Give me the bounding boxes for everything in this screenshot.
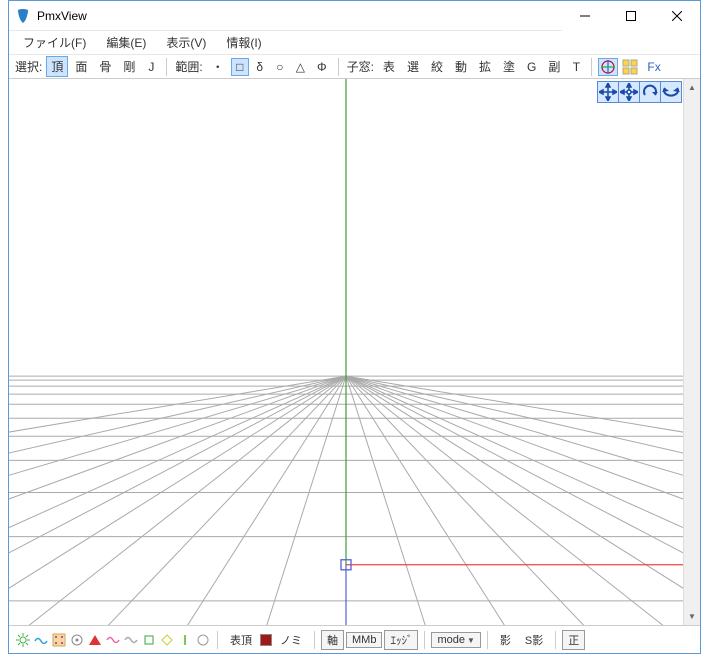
select-rigid-button[interactable]: 剛 <box>118 56 140 77</box>
menu-file[interactable]: ファイル(F) <box>13 31 96 54</box>
edge-button[interactable]: ｴｯｼﾞ <box>384 630 418 650</box>
viewport-scrollbar[interactable]: ▲ ▼ <box>683 79 700 625</box>
icon-circle-outline[interactable] <box>195 632 211 648</box>
close-button[interactable] <box>654 1 700 31</box>
range-label: 範囲: <box>173 58 204 75</box>
icon-square-green[interactable] <box>141 632 157 648</box>
sshadow-button[interactable]: S影 <box>519 630 549 650</box>
icon-wave-gray[interactable] <box>123 632 139 648</box>
scroll-down-icon[interactable]: ▼ <box>684 608 700 625</box>
icon-sun[interactable] <box>15 632 31 648</box>
minimize-button[interactable] <box>562 1 608 31</box>
scroll-up-icon[interactable]: ▲ <box>684 79 700 96</box>
range-delta-button[interactable]: δ <box>251 58 269 76</box>
separator <box>217 631 218 649</box>
cropped-left-margin <box>0 0 8 662</box>
icon-bar-green[interactable] <box>177 632 193 648</box>
icon-diamond-yellow[interactable] <box>159 632 175 648</box>
manip-pan-icon[interactable] <box>597 81 619 103</box>
range-phi-button[interactable]: Φ <box>312 58 332 76</box>
viewport-canvas[interactable] <box>9 79 683 625</box>
gizmo-circle-icon[interactable] <box>598 58 618 76</box>
icon-wave[interactable] <box>33 632 49 648</box>
select-bone-button[interactable]: 骨 <box>94 56 116 77</box>
separator <box>338 58 339 76</box>
sw-select-button[interactable]: 選 <box>402 56 424 77</box>
manip-orbit-icon[interactable] <box>660 81 682 103</box>
range-dot-button[interactable]: ・ <box>207 56 229 77</box>
maximize-button[interactable] <box>608 1 654 31</box>
select-vertex-button[interactable]: 頂 <box>46 56 68 77</box>
sw-weight-button[interactable]: 絞 <box>426 56 448 77</box>
range-triangle-button[interactable]: △ <box>291 58 310 76</box>
sw-motion-button[interactable]: 動 <box>450 56 472 77</box>
select-joint-button[interactable]: J <box>142 58 160 76</box>
gizmo-grid-icon[interactable] <box>620 58 640 76</box>
sw-t-button[interactable]: T <box>567 58 585 76</box>
sw-expand-button[interactable]: 拡 <box>474 56 496 77</box>
app-icon <box>15 8 31 24</box>
manip-rotate-icon[interactable] <box>639 81 661 103</box>
mode-dropdown[interactable]: mode▼ <box>431 632 480 648</box>
view-manipulator <box>598 81 682 103</box>
icon-square-dots[interactable] <box>51 632 67 648</box>
select-label: 選択: <box>13 58 44 75</box>
window-title: PmxView <box>37 9 562 23</box>
window-buttons <box>562 1 700 30</box>
separator <box>555 631 556 649</box>
range-circle-button[interactable]: ○ <box>271 58 289 76</box>
nomi-button[interactable]: ノミ <box>274 630 308 650</box>
viewport[interactable]: ▲ ▼ <box>9 79 700 625</box>
range-square-button[interactable]: □ <box>231 58 249 76</box>
color-swatch[interactable] <box>260 634 272 646</box>
menu-edit[interactable]: 編集(E) <box>96 31 156 54</box>
icon-triangle-red[interactable] <box>87 632 103 648</box>
hyoutei-button[interactable]: 表頂 <box>224 630 258 650</box>
selection-toolbar: 選択: 頂 面 骨 剛 J 範囲: ・ □ δ ○ △ Φ 子窓: 表 選 絞 … <box>9 55 700 79</box>
sw-g-button[interactable]: G <box>522 58 541 76</box>
menubar: ファイル(F) 編集(E) 表示(V) 情報(I) <box>9 31 700 55</box>
menu-info[interactable]: 情報(I) <box>216 31 271 54</box>
main-window: PmxView ファイル(F) 編集(E) 表示(V) 情報(I) 選択: 頂 … <box>8 0 701 654</box>
separator <box>314 631 315 649</box>
front-button[interactable]: 正 <box>562 630 585 650</box>
select-face-button[interactable]: 面 <box>70 56 92 77</box>
manip-move-icon[interactable] <box>618 81 640 103</box>
shadow-button[interactable]: 影 <box>494 630 517 650</box>
mmb-button[interactable]: MMb <box>346 632 382 648</box>
separator <box>591 58 592 76</box>
menu-view[interactable]: 表示(V) <box>156 31 216 54</box>
separator <box>166 58 167 76</box>
sw-sub-button[interactable]: 副 <box>543 56 565 77</box>
sw-front-button[interactable]: 表 <box>378 56 400 77</box>
titlebar: PmxView <box>9 1 700 31</box>
sw-paint-button[interactable]: 塗 <box>498 56 520 77</box>
icon-wave-pink[interactable] <box>105 632 121 648</box>
chevron-down-icon: ▼ <box>465 636 475 645</box>
subwindow-label: 子窓: <box>345 58 376 75</box>
bottom-toolbar: 表頂 ノミ 軸 MMb ｴｯｼﾞ mode▼ 影 S影 正 <box>9 625 700 653</box>
axis-button[interactable]: 軸 <box>321 630 344 650</box>
separator <box>487 631 488 649</box>
separator <box>424 631 425 649</box>
icon-target[interactable] <box>69 632 85 648</box>
fx-button[interactable]: Fx <box>642 58 665 76</box>
